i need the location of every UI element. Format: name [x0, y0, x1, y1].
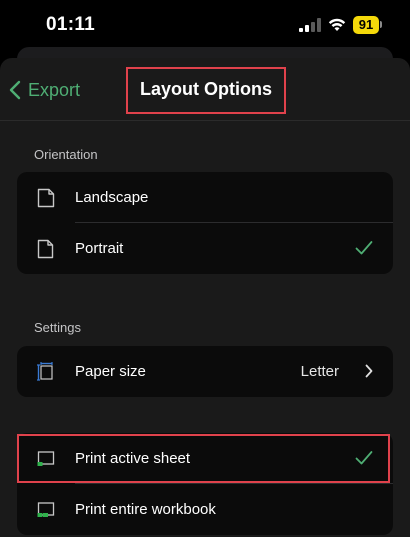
- print-active-sheet-label: Print active sheet: [75, 450, 191, 467]
- checkmark-icon: [355, 451, 373, 465]
- settings-section-header: Settings: [34, 320, 81, 335]
- paper-size-icon: [37, 362, 53, 381]
- print-entire-workbook-row[interactable]: Print entire workbook: [17, 484, 393, 535]
- landscape-page-icon: [37, 188, 55, 208]
- battery-indicator: 91: [353, 16, 379, 34]
- wifi-icon: [328, 18, 346, 31]
- checkmark-icon: [355, 241, 373, 255]
- chevron-right-icon: [365, 364, 373, 378]
- page-title: Layout Options: [140, 79, 272, 99]
- print-entire-workbook-label: Print entire workbook: [75, 501, 216, 518]
- cellular-signal-icon: [299, 18, 321, 32]
- active-sheet-icon: [37, 451, 55, 466]
- workbook-icon: [37, 502, 55, 517]
- status-time: 01:11: [46, 14, 96, 35]
- chevron-left-icon: [9, 80, 21, 100]
- back-button[interactable]: Export: [8, 76, 80, 104]
- layout-options-screen: 01:11 91 Export Layout Options Orientati…: [0, 0, 410, 537]
- battery-nub: [380, 21, 382, 28]
- portrait-page-icon: [37, 239, 54, 259]
- orientation-option-portrait[interactable]: Portrait: [17, 223, 393, 274]
- paper-size-label: Paper size: [75, 363, 146, 380]
- print-active-sheet-row[interactable]: Print active sheet: [17, 433, 393, 484]
- settings-group: Paper size Letter: [17, 346, 393, 397]
- paper-size-row[interactable]: Paper size Letter: [17, 346, 393, 397]
- orientation-option-landscape[interactable]: Landscape: [17, 172, 393, 223]
- orientation-group: Landscape Portrait: [17, 172, 393, 274]
- orientation-option-label: Landscape: [75, 189, 149, 206]
- orientation-section-header: Orientation: [34, 147, 98, 162]
- paper-size-value: Letter: [300, 363, 339, 380]
- print-scope-group: Print active sheet Print entire workbook: [17, 433, 393, 535]
- orientation-option-label: Portrait: [75, 240, 124, 257]
- back-button-label: Export: [28, 79, 81, 100]
- status-bar: 01:11 91: [0, 0, 410, 52]
